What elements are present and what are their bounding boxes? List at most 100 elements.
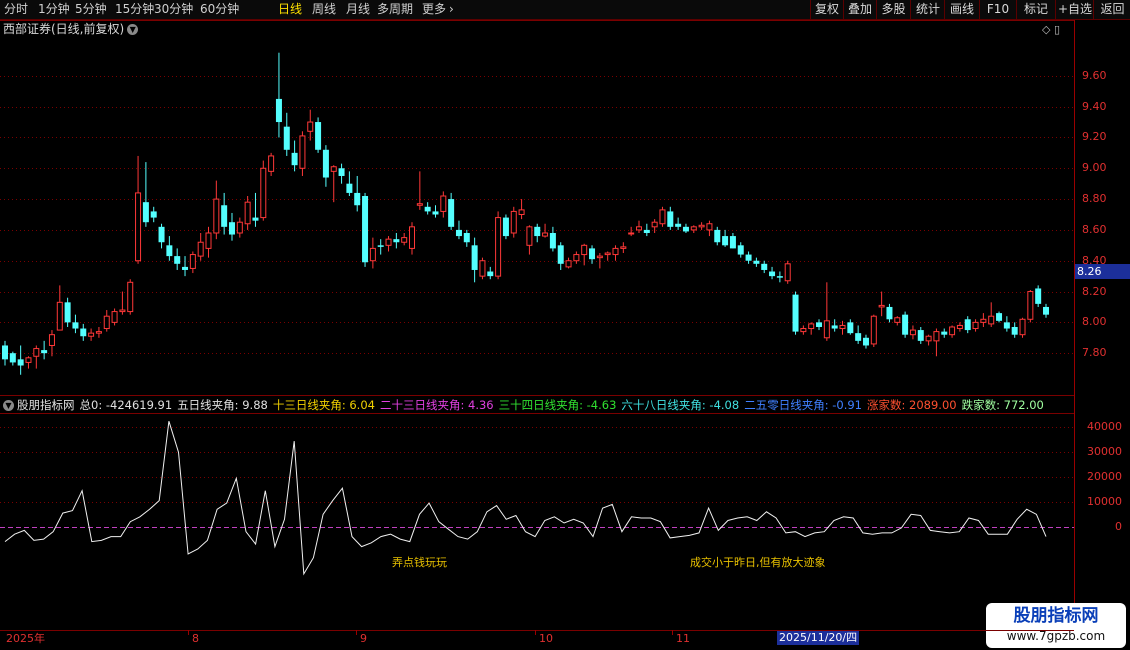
candle-body xyxy=(463,232,470,243)
candle-body xyxy=(643,229,650,233)
indicator-tick-label: 20000 xyxy=(1087,470,1122,484)
price-tick-label: 9.60 xyxy=(1082,68,1107,82)
candle-body xyxy=(174,256,181,264)
candle-body xyxy=(972,321,979,330)
candle-body xyxy=(416,203,423,206)
candle-body xyxy=(393,239,400,243)
candle-body xyxy=(941,331,948,335)
candle-body xyxy=(949,326,956,336)
candle-body xyxy=(518,209,525,216)
candle-body xyxy=(283,126,290,150)
candle-body xyxy=(729,236,736,249)
price-tick-label: 8.00 xyxy=(1082,315,1107,329)
candle-body xyxy=(119,309,126,313)
candle-body xyxy=(808,323,815,330)
date-label: 9 xyxy=(360,632,367,645)
date-tick xyxy=(356,630,357,635)
indicator-line xyxy=(4,421,1047,576)
candle-body xyxy=(260,167,267,219)
candle-body xyxy=(315,122,322,150)
candle-body xyxy=(275,98,282,123)
candle-body xyxy=(205,232,212,249)
indicator-tick-label: 10000 xyxy=(1087,494,1122,508)
candle-body xyxy=(103,315,110,330)
candle-body xyxy=(980,318,987,323)
candle-body xyxy=(291,152,298,166)
candle-body xyxy=(753,260,760,264)
candle-body xyxy=(440,195,447,212)
candle-body xyxy=(56,301,63,331)
candle-body xyxy=(761,263,768,270)
candle-body xyxy=(534,226,541,237)
candle-body xyxy=(127,281,134,313)
date-label: 11 xyxy=(676,632,690,645)
price-tick-label: 8.20 xyxy=(1082,284,1107,298)
candle-body xyxy=(385,238,392,246)
candle-body xyxy=(487,271,494,277)
candle-body xyxy=(9,353,16,363)
candle-body xyxy=(135,192,142,262)
candle-body xyxy=(502,217,509,237)
candle-body xyxy=(800,328,807,333)
candle-body xyxy=(17,359,24,366)
candle-body xyxy=(792,294,799,332)
candle-body xyxy=(996,313,1003,321)
candle-body xyxy=(565,260,572,268)
candle-body xyxy=(894,317,901,323)
candle-body xyxy=(1027,291,1034,320)
indicator-header-line xyxy=(0,413,1074,414)
candle-body xyxy=(839,324,846,330)
candle-body xyxy=(745,254,752,261)
candle-body xyxy=(847,322,854,334)
candle-body xyxy=(307,121,314,132)
candle-body xyxy=(189,254,196,269)
candle-body xyxy=(221,205,228,227)
candle-body xyxy=(432,211,439,215)
candle-body xyxy=(268,155,275,172)
candle-body xyxy=(769,271,776,277)
candle-body xyxy=(737,245,744,255)
candle-body xyxy=(495,217,502,277)
date-tick xyxy=(535,630,536,635)
candle-body xyxy=(64,302,71,323)
candle-body xyxy=(698,224,705,228)
candle-body xyxy=(956,324,963,330)
candle-body xyxy=(557,245,564,264)
candle-body xyxy=(589,248,596,260)
date-label: 10 xyxy=(539,632,553,645)
candle-body xyxy=(228,222,235,235)
candle-body xyxy=(448,199,455,227)
candle-body xyxy=(158,226,165,243)
candle-body xyxy=(816,322,823,327)
candle-body xyxy=(2,345,8,360)
candle-body xyxy=(831,325,838,329)
candle-body xyxy=(667,211,674,227)
candle-body xyxy=(236,221,243,234)
candle-body xyxy=(542,232,549,237)
date-label: 8 xyxy=(192,632,199,645)
price-tick-label: 8.80 xyxy=(1082,192,1107,206)
indicator-tick-label: 40000 xyxy=(1087,420,1122,434)
candle-body xyxy=(917,330,924,341)
date-label: 2025年 xyxy=(6,632,45,645)
candle-body xyxy=(142,202,149,223)
candle-body xyxy=(338,168,345,176)
candle-body xyxy=(369,247,376,262)
candle-body xyxy=(964,319,971,331)
candle-body xyxy=(659,209,666,225)
candle-body xyxy=(197,241,204,257)
candle-body xyxy=(909,329,916,336)
date-tick xyxy=(188,630,189,635)
candle-body xyxy=(1003,322,1010,329)
candle-body xyxy=(150,211,157,218)
candle-body xyxy=(612,247,619,256)
candle-body xyxy=(1019,318,1026,336)
candle-body xyxy=(988,315,995,325)
chart-canvas xyxy=(0,52,1074,576)
candle-body xyxy=(635,226,642,231)
candle-body xyxy=(95,331,102,334)
candle-body xyxy=(573,254,580,262)
candle-body xyxy=(651,221,658,228)
candle-body xyxy=(299,135,306,169)
candle-body xyxy=(424,206,431,212)
